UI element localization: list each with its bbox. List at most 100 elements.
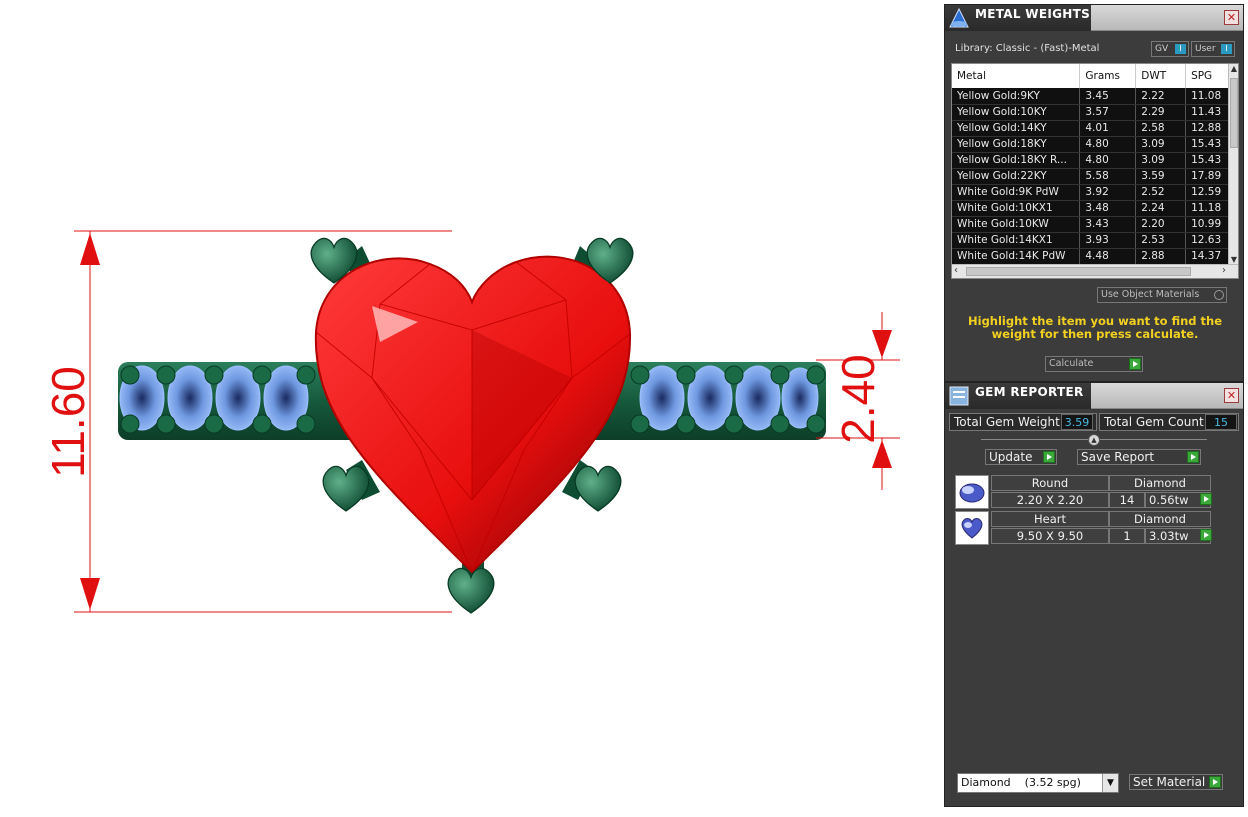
update-button[interactable]: Update [985, 449, 1057, 465]
gem-count: 14 [1109, 492, 1145, 508]
save-report-label: Save Report [1081, 450, 1155, 464]
table-cell: 2.58 [1135, 120, 1187, 137]
table-cell: 10.99 [1185, 216, 1232, 233]
table-cell: 2.88 [1135, 248, 1187, 265]
user-toggle[interactable]: User I [1191, 41, 1235, 57]
total-gem-count-value: 15 [1205, 414, 1237, 430]
table-cell: 2.20 [1135, 216, 1187, 233]
gem-row[interactable]: Heart Diamond 9.50 X 9.50 1 3.03tw [955, 511, 1212, 545]
panel-title: GEM REPORTER [975, 385, 1084, 399]
table-cell: 11.18 [1185, 200, 1232, 217]
metal-table[interactable]: Metal Grams DWT SPG Yellow Gold:9KY 3.45 2.22… [951, 63, 1239, 279]
close-icon[interactable]: ✕ [1224, 10, 1239, 25]
round-gem-icon [959, 483, 985, 503]
table-row[interactable]: Yellow Gold:18KY 4.80 3.09 15.43 [952, 136, 1232, 153]
horizontal-scrollbar[interactable]: ‹ › [952, 264, 1238, 278]
table-cell: 12.63 [1185, 232, 1232, 249]
gem-size: 9.50 X 9.50 [991, 528, 1109, 544]
table-cell: White Gold:10KX1 [952, 200, 1081, 217]
table-cell: White Gold:14KX1 [952, 232, 1081, 249]
play-icon [1129, 358, 1141, 370]
heart-center-stone [314, 255, 632, 574]
side-stones-left [119, 365, 316, 434]
vertical-scrollbar[interactable]: ▲ ▼ [1228, 64, 1238, 264]
calculate-label: Calculate [1049, 358, 1094, 369]
set-material-label: Set Material [1133, 775, 1206, 789]
table-cell: White Gold:10KW [952, 216, 1081, 233]
table-cell: 3.43 [1079, 216, 1137, 233]
chevron-down-icon[interactable]: ▼ [1102, 774, 1118, 792]
use-object-materials-toggle[interactable]: Use Object Materials [1097, 287, 1227, 303]
table-row[interactable]: White Gold:14KX1 3.93 2.53 12.63 [952, 232, 1232, 249]
close-icon[interactable]: ✕ [1224, 388, 1239, 403]
collapse-icon[interactable]: ▲ [1088, 434, 1100, 446]
table-row[interactable]: Yellow Gold:9KY 3.45 2.22 11.08 [952, 88, 1232, 105]
table-cell: 15.43 [1185, 136, 1232, 153]
user-toggle-label: User [1195, 44, 1216, 54]
play-icon[interactable] [1200, 493, 1212, 505]
table-row[interactable]: White Gold:10KX1 3.48 2.24 11.18 [952, 200, 1232, 217]
heart-gem-icon [961, 518, 983, 539]
column-header-metal[interactable]: Metal [952, 64, 1081, 88]
table-cell: White Gold:9K PdW [952, 184, 1081, 201]
update-label: Update [989, 450, 1033, 464]
table-cell: 14.37 [1185, 248, 1232, 265]
table-cell: 17.89 [1185, 168, 1232, 185]
table-row[interactable]: Yellow Gold:10KY 3.57 2.29 11.43 [952, 104, 1232, 121]
table-row[interactable]: White Gold:10KW 3.43 2.20 10.99 [952, 216, 1232, 233]
table-cell: 11.08 [1185, 88, 1232, 105]
material-select-value: Diamond (3.52 spg) [961, 776, 1081, 789]
table-cell: 2.52 [1135, 184, 1187, 201]
save-report-button[interactable]: Save Report [1077, 449, 1201, 465]
metal-weights-panel: METAL WEIGHTS ✕ Library: Classic - (Fast… [944, 4, 1244, 382]
ring-render: 11.60 2.40 [42, 230, 900, 614]
scale-icon [949, 7, 969, 28]
column-header-dwt[interactable]: DWT [1135, 64, 1187, 88]
table-cell: 11.43 [1185, 104, 1232, 121]
column-header-grams[interactable]: Grams [1079, 64, 1137, 88]
material-select[interactable]: Diamond (3.52 spg) ▼ [957, 773, 1119, 793]
scroll-left-icon[interactable]: ‹ [954, 265, 958, 276]
calculate-button[interactable]: Calculate [1045, 356, 1143, 372]
table-row[interactable]: Yellow Gold:22KY 5.58 3.59 17.89 [952, 168, 1232, 185]
radio-icon [1214, 290, 1224, 300]
table-cell: Yellow Gold:14KY [952, 120, 1081, 137]
table-cell: 12.88 [1185, 120, 1232, 137]
table-row[interactable]: Yellow Gold:14KY 4.01 2.58 12.88 [952, 120, 1232, 137]
gem-reporter-titlebar[interactable]: GEM REPORTER ✕ [945, 383, 1243, 409]
play-icon [1043, 451, 1055, 463]
column-header-spg[interactable]: SPG [1185, 64, 1232, 88]
table-cell: 4.80 [1079, 136, 1137, 153]
set-material-button[interactable]: Set Material [1129, 774, 1223, 790]
gem-shape: Heart [991, 511, 1109, 527]
scroll-right-icon[interactable]: › [1222, 265, 1226, 276]
table-row[interactable]: White Gold:9K PdW 3.92 2.52 12.59 [952, 184, 1232, 201]
round-gem-thumbnail [955, 475, 989, 509]
scroll-down-icon[interactable]: ▼ [1229, 255, 1238, 264]
table-cell: 3.09 [1135, 152, 1187, 169]
play-icon[interactable] [1200, 529, 1212, 541]
library-label: Library: Classic - (Fast)-Metal [955, 43, 1100, 54]
table-row[interactable]: Yellow Gold:18KY R... 4.80 3.09 15.43 [952, 152, 1232, 169]
metal-weights-titlebar[interactable]: METAL WEIGHTS ✕ [945, 5, 1243, 31]
gem-row[interactable]: Round Diamond 2.20 X 2.20 14 0.56tw [955, 475, 1212, 509]
use-object-materials-label: Use Object Materials [1101, 289, 1200, 300]
table-row[interactable]: White Gold:14K PdW 4.48 2.88 14.37 [952, 248, 1232, 265]
scroll-thumb[interactable] [1230, 78, 1238, 148]
scroll-up-icon[interactable]: ▲ [1229, 64, 1238, 73]
gem-material: Diamond [1109, 511, 1211, 527]
table-cell: Yellow Gold:10KY [952, 104, 1081, 121]
play-icon [1187, 451, 1199, 463]
width-dimension-label: 2.40 [832, 354, 884, 444]
gv-toggle[interactable]: GV I [1151, 41, 1189, 57]
table-cell: 3.09 [1135, 136, 1187, 153]
height-dimension-label: 11.60 [42, 366, 94, 478]
calculate-hint: Highlight the item you want to find the … [968, 314, 1222, 341]
scroll-thumb[interactable] [966, 267, 1191, 276]
table-cell: 2.53 [1135, 232, 1187, 249]
total-gem-weight-value: 3.59 [1061, 414, 1093, 430]
gem-count: 1 [1109, 528, 1145, 544]
3d-viewport[interactable]: 11.60 2.40 [0, 0, 940, 817]
table-cell: 2.22 [1135, 88, 1187, 105]
heart-gem-thumbnail [955, 511, 989, 545]
